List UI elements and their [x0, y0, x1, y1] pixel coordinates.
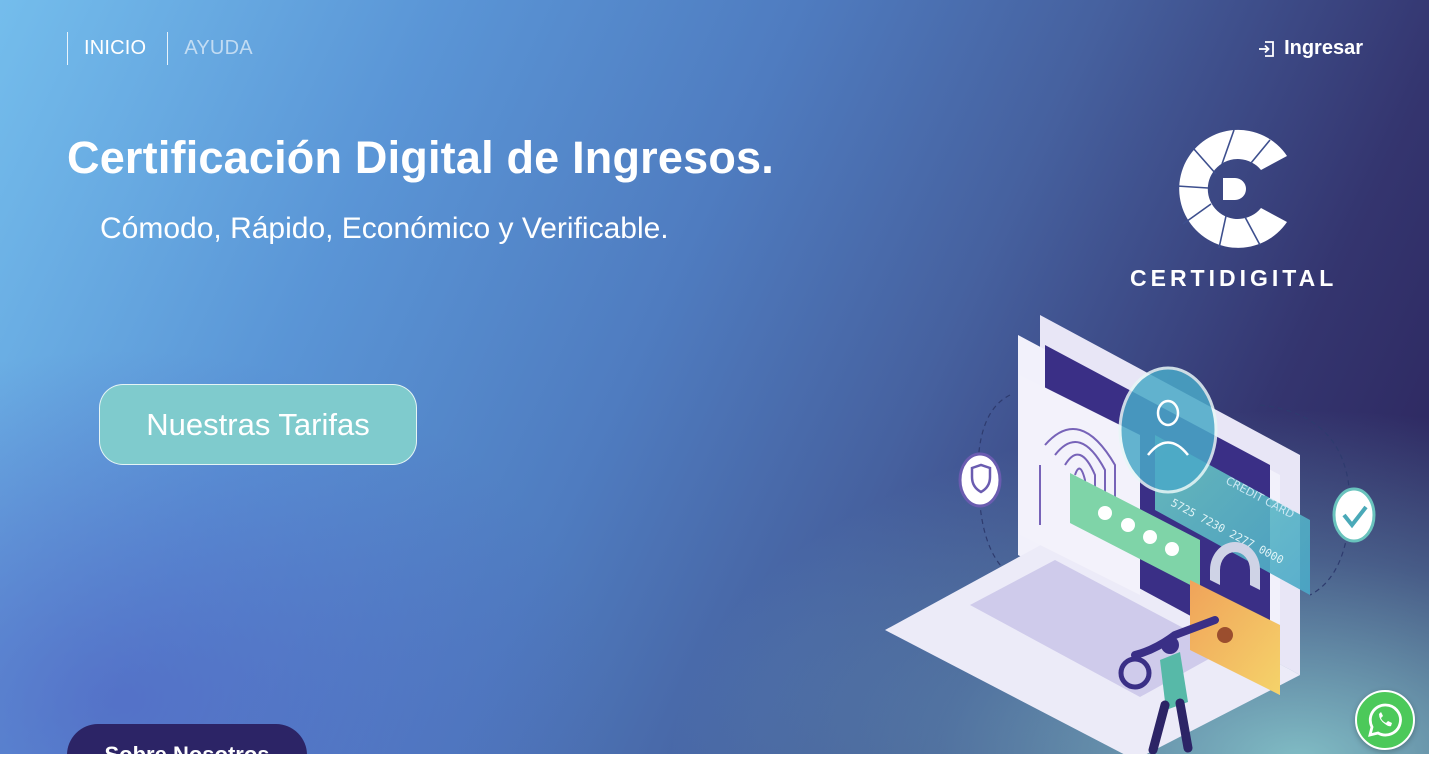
- brand-name: CERTIDIGITAL: [1130, 265, 1338, 291]
- login-link[interactable]: Ingresar: [1258, 37, 1363, 60]
- login-label: Ingresar: [1284, 37, 1363, 59]
- certidigital-logo-icon: [1176, 129, 1287, 249]
- nav-item-ayuda[interactable]: AYUDA: [167, 32, 273, 65]
- top-nav: INICIO AYUDA: [67, 32, 274, 65]
- whatsapp-button[interactable]: [1355, 690, 1415, 750]
- nav-item-inicio[interactable]: INICIO: [67, 32, 167, 65]
- whatsapp-icon: [1368, 703, 1402, 737]
- page-subtitle: Cómodo, Rápido, Económico y Verificable.: [100, 212, 669, 245]
- hero-section: INICIO AYUDA Ingresar Certificación Digi…: [0, 0, 1429, 754]
- page-bottom-strip: [0, 754, 1429, 763]
- about-button[interactable]: Sobre Nosotros: [67, 724, 307, 754]
- tarifas-button[interactable]: Nuestras Tarifas: [99, 384, 417, 465]
- laptop-security-illustration: 5725 7230 2277 0000 CREDIT CARD: [885, 315, 1376, 754]
- page-title: Certificación Digital de Ingresos.: [67, 132, 774, 183]
- sign-in-icon: [1259, 40, 1274, 57]
